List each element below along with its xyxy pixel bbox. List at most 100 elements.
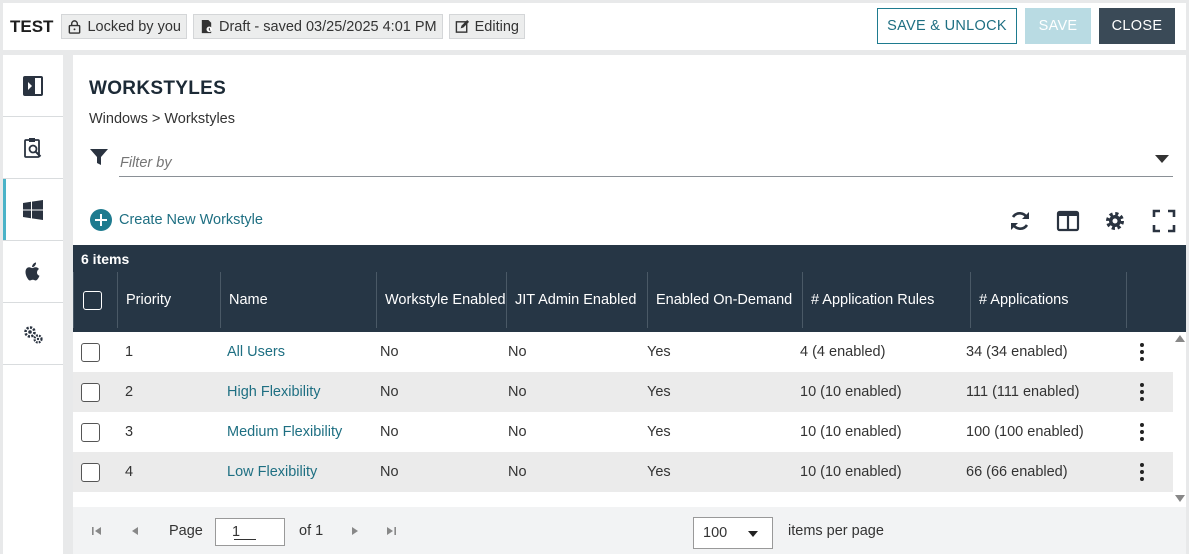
applications-cell: 111 (111 enabled) (966, 384, 1080, 400)
windows-icon (23, 199, 43, 220)
row-checkbox[interactable] (81, 382, 100, 402)
create-workstyle-button[interactable]: Create New Workstyle (90, 209, 263, 231)
jit-admin-cell: No (508, 464, 527, 480)
pager: Page 1 of 1 100 items per page (73, 507, 1186, 554)
on-demand-cell: Yes (647, 384, 671, 400)
priority-cell: 2 (125, 384, 134, 400)
columns-button[interactable] (1055, 208, 1081, 234)
kebab-menu-icon (1140, 343, 1144, 361)
items-per-page-select[interactable]: 100 (693, 517, 773, 549)
select-all-cell (73, 272, 117, 328)
chevron-down-icon (748, 531, 758, 537)
page-total-label: of 1 (299, 522, 324, 539)
save-button[interactable]: SAVE (1025, 8, 1091, 44)
breadcrumb[interactable]: Windows > Workstyles (89, 111, 235, 127)
draft-status-text: Draft - saved 03/25/2025 4:01 PM (218, 18, 437, 35)
page-number-value: 1 (232, 524, 241, 540)
close-button[interactable]: CLOSE (1099, 8, 1175, 44)
row-actions-button[interactable] (1140, 372, 1144, 412)
fullscreen-button[interactable] (1151, 208, 1177, 234)
apple-icon (25, 262, 40, 280)
column-header-jit-admin[interactable]: JIT Admin Enabled (506, 272, 647, 328)
app-rules-cell: 10 (10 enabled) (800, 424, 902, 440)
main-content: WORKSTYLES Windows > Workstyles Create N… (73, 55, 1186, 554)
refresh-icon (1011, 212, 1029, 230)
previous-page-button[interactable] (129, 507, 141, 554)
sidebar-item-settings[interactable] (3, 303, 63, 365)
column-header-priority[interactable]: Priority (117, 272, 220, 328)
select-all-checkbox[interactable] (83, 290, 102, 310)
priority-cell: 3 (125, 424, 134, 440)
row-checkbox-cell (81, 372, 100, 412)
first-page-icon (92, 526, 101, 535)
jit-admin-cell: No (508, 424, 527, 440)
row-actions-button[interactable] (1140, 332, 1144, 372)
applications-cell: 34 (34 enabled) (966, 344, 1068, 360)
table-row[interactable]: 2 High Flexibility No No Yes 10 (10 enab… (73, 372, 1173, 412)
scroll-down-arrow-icon[interactable] (1175, 495, 1185, 502)
row-checkbox-cell (81, 452, 100, 492)
workstyle-name-link[interactable]: Low Flexibility (227, 452, 317, 492)
column-header-name[interactable]: Name (220, 272, 376, 328)
row-checkbox[interactable] (81, 462, 100, 482)
last-page-button[interactable] (385, 507, 397, 554)
scroll-up-arrow-icon[interactable] (1175, 335, 1185, 342)
column-header-applications[interactable]: # Applications (970, 272, 1126, 328)
item-count: 6 items (81, 251, 130, 267)
workstyle-name-link[interactable]: Medium Flexibility (227, 412, 342, 452)
app-rules-cell: 4 (4 enabled) (800, 344, 886, 360)
column-header-workstyle-enabled[interactable]: Workstyle Enabled (376, 272, 506, 328)
items-per-page-label: items per page (788, 522, 884, 539)
row-checkbox[interactable] (81, 422, 100, 442)
sidebar-item-windows[interactable] (3, 179, 63, 241)
row-actions-button[interactable] (1140, 412, 1144, 452)
column-header-actions (1126, 272, 1186, 328)
next-page-button[interactable] (349, 507, 361, 554)
create-workstyle-label: Create New Workstyle (119, 212, 263, 228)
next-page-icon (352, 526, 358, 535)
row-actions-button[interactable] (1140, 452, 1144, 492)
settings-icon (1106, 212, 1124, 230)
jit-admin-cell: No (508, 384, 527, 400)
column-header-app-rules[interactable]: # Application Rules (802, 272, 970, 328)
workstyle-enabled-cell: No (380, 344, 399, 360)
on-demand-cell: Yes (647, 424, 671, 440)
table-row[interactable]: 1 All Users No No Yes 4 (4 enabled) 34 (… (73, 332, 1173, 372)
grid-body: 1 All Users No No Yes 4 (4 enabled) 34 (… (73, 332, 1173, 492)
lock-status-text: Locked by you (87, 18, 181, 35)
fullscreen-icon (1152, 209, 1176, 233)
editing-badge: Editing (448, 14, 525, 39)
filter-dropdown-caret-icon[interactable] (1155, 155, 1169, 163)
kebab-menu-icon (1140, 463, 1144, 481)
column-header-on-demand[interactable]: Enabled On-Demand (647, 272, 802, 328)
app-rules-cell: 10 (10 enabled) (800, 384, 902, 400)
app-rules-cell: 10 (10 enabled) (800, 464, 902, 480)
page-label: Page (169, 522, 203, 539)
sidebar-item-policy-search[interactable] (3, 117, 63, 179)
items-per-page-value: 100 (703, 525, 728, 541)
table-row[interactable]: 3 Medium Flexibility No No Yes 10 (10 en… (73, 412, 1173, 452)
sidebar-item-mac[interactable] (3, 241, 63, 303)
page-title: WORKSTYLES (89, 78, 227, 99)
workstyle-name-link[interactable]: High Flexibility (227, 372, 320, 412)
on-demand-cell: Yes (647, 344, 671, 360)
save-unlock-button[interactable]: SAVE & UNLOCK (877, 8, 1017, 44)
row-checkbox-cell (81, 332, 100, 372)
row-checkbox-cell (81, 412, 100, 452)
sidebar (3, 55, 63, 554)
refresh-button[interactable] (1007, 208, 1033, 234)
sidebar-item-expand[interactable] (3, 55, 63, 117)
priority-cell: 1 (125, 344, 134, 360)
applications-cell: 66 (66 enabled) (966, 464, 1068, 480)
workstyle-name-link[interactable]: All Users (227, 332, 285, 372)
first-page-button[interactable] (91, 507, 103, 554)
filter-input[interactable] (119, 149, 1173, 177)
row-checkbox[interactable] (81, 342, 100, 362)
applications-cell: 100 (100 enabled) (966, 424, 1084, 440)
lock-status-badge: Locked by you (61, 14, 187, 39)
settings-button[interactable] (1102, 208, 1128, 234)
workstyle-enabled-cell: No (380, 384, 399, 400)
page-number-input[interactable]: 1 (215, 518, 285, 546)
table-row[interactable]: 4 Low Flexibility No No Yes 10 (10 enabl… (73, 452, 1173, 492)
policy-title: TEST (10, 16, 54, 36)
